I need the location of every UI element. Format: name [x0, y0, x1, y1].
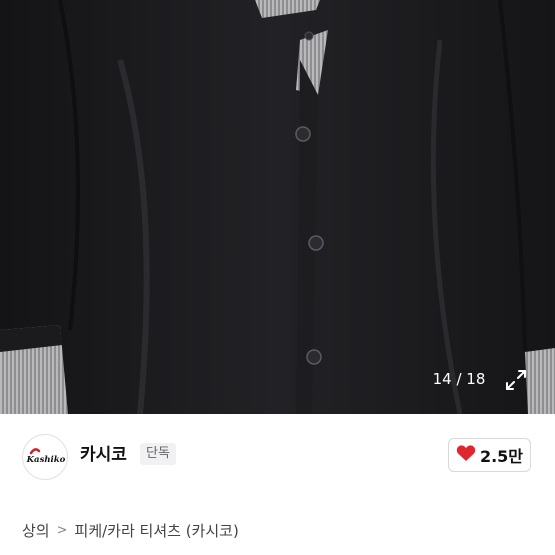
exclusive-badge: 단독 [140, 443, 176, 465]
chevron-right-icon: > [56, 522, 68, 538]
like-button[interactable]: 2.5만 [448, 438, 531, 472]
like-count: 2.5만 [479, 447, 524, 466]
brand-row: Kashiko 카시코 단독 2.5만 [0, 414, 555, 500]
image-counter: 14 / 18 [432, 370, 486, 388]
brand-logo[interactable]: Kashiko [22, 434, 68, 480]
product-photo-illustration [0, 0, 555, 414]
svg-text:Kashiko: Kashiko [26, 455, 66, 465]
breadcrumb-subcategory[interactable]: 피케/카라 티셔츠 (카시코) [75, 520, 239, 541]
brand-name[interactable]: 카시코 [80, 444, 127, 466]
breadcrumb-category[interactable]: 상의 [22, 520, 50, 541]
breadcrumb: 상의 > 피케/카라 티셔츠 (카시코) [22, 518, 239, 542]
heart-icon [456, 444, 476, 466]
product-image[interactable]: 14 / 18 [0, 0, 555, 414]
expand-arrows-icon[interactable] [501, 365, 531, 395]
